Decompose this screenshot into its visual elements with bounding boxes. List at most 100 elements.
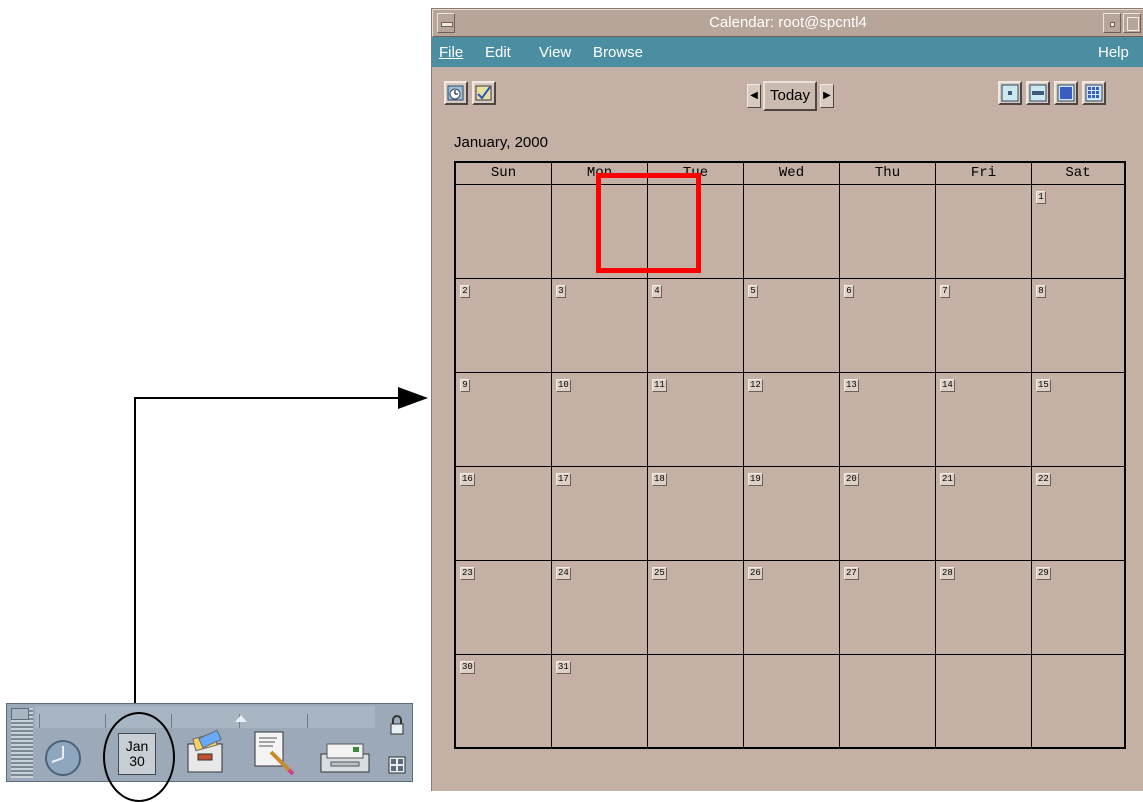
day-number-button[interactable]: 13 [844, 379, 859, 392]
day-number-button[interactable]: 14 [940, 379, 955, 392]
text-editor-icon[interactable] [251, 728, 297, 778]
day-number-button[interactable]: 12 [748, 379, 763, 392]
day-cell[interactable] [840, 655, 936, 747]
day-cell[interactable] [456, 185, 552, 279]
day-number-button[interactable]: 20 [844, 473, 859, 486]
day-cell[interactable]: 18 [648, 467, 744, 561]
day-number-button[interactable]: 31 [556, 661, 571, 674]
menu-help[interactable]: Help [1098, 44, 1129, 61]
day-number-button[interactable]: 9 [460, 379, 470, 392]
day-cell[interactable] [1032, 655, 1124, 747]
day-cell[interactable]: 4 [648, 279, 744, 373]
day-number-button[interactable]: 8 [1036, 285, 1046, 298]
day-cell[interactable]: 26 [744, 561, 840, 655]
day-number-button[interactable]: 7 [940, 285, 950, 298]
day-number-button[interactable]: 10 [556, 379, 571, 392]
previous-button[interactable]: ◀ [747, 84, 761, 108]
day-cell[interactable]: 6 [840, 279, 936, 373]
week-view-icon [1029, 84, 1047, 102]
day-cell[interactable] [648, 655, 744, 747]
day-number-button[interactable]: 4 [652, 285, 662, 298]
day-number-button[interactable]: 11 [652, 379, 667, 392]
day-cell[interactable]: 20 [840, 467, 936, 561]
day-cell[interactable]: 30 [456, 655, 552, 747]
maximize-icon [1127, 17, 1139, 31]
day-number-button[interactable]: 5 [748, 285, 758, 298]
day-number-button[interactable]: 2 [460, 285, 470, 298]
month-label: January, 2000 [454, 134, 548, 151]
weekday-header: Fri [936, 163, 1032, 185]
day-number-button[interactable]: 1 [1036, 191, 1046, 204]
day-number-button[interactable]: 22 [1036, 473, 1051, 486]
day-number-button[interactable]: 27 [844, 567, 859, 580]
menu-file[interactable]: File [439, 44, 463, 61]
day-cell[interactable]: 28 [936, 561, 1032, 655]
day-number-button[interactable]: 26 [748, 567, 763, 580]
day-cell[interactable]: 29 [1032, 561, 1124, 655]
day-cell[interactable]: 11 [648, 373, 744, 467]
day-cell[interactable]: 13 [840, 373, 936, 467]
title-bar[interactable]: Calendar: root@spcntl4 [432, 9, 1143, 37]
todo-editor-button[interactable] [472, 81, 496, 105]
clock-icon[interactable] [43, 738, 83, 778]
day-cell[interactable] [936, 655, 1032, 747]
day-view-button[interactable] [998, 81, 1022, 105]
today-button[interactable]: Today [763, 81, 817, 111]
day-cell[interactable]: 27 [840, 561, 936, 655]
day-cell[interactable] [840, 185, 936, 279]
day-cell[interactable]: 22 [1032, 467, 1124, 561]
file-manager-icon[interactable] [182, 726, 228, 776]
minimize-button[interactable] [1103, 13, 1121, 33]
day-cell[interactable]: 1 [1032, 185, 1124, 279]
day-cell[interactable]: 10 [552, 373, 648, 467]
day-cell[interactable]: 7 [936, 279, 1032, 373]
day-number-button[interactable]: 24 [556, 567, 571, 580]
day-number-button[interactable]: 21 [940, 473, 955, 486]
day-number-button[interactable]: 16 [460, 473, 475, 486]
day-cell[interactable]: 9 [456, 373, 552, 467]
day-number-button[interactable]: 3 [556, 285, 566, 298]
day-cell[interactable]: 3 [552, 279, 648, 373]
day-number-button[interactable]: 15 [1036, 379, 1051, 392]
month-view-button[interactable] [1054, 81, 1078, 105]
day-cell[interactable]: 25 [648, 561, 744, 655]
day-cell[interactable]: 8 [1032, 279, 1124, 373]
day-cell[interactable]: 14 [936, 373, 1032, 467]
year-view-button[interactable] [1082, 81, 1106, 105]
day-number-button[interactable]: 6 [844, 285, 854, 298]
day-number-button[interactable]: 30 [460, 661, 475, 674]
day-cell[interactable] [936, 185, 1032, 279]
day-cell[interactable]: 12 [744, 373, 840, 467]
day-cell[interactable]: 23 [456, 561, 552, 655]
mailer-icon[interactable] [317, 740, 373, 776]
day-cell[interactable] [744, 655, 840, 747]
day-cell[interactable]: 15 [1032, 373, 1124, 467]
maximize-button[interactable] [1123, 13, 1141, 33]
day-cell[interactable]: 17 [552, 467, 648, 561]
appointment-editor-button[interactable] [444, 81, 468, 105]
panel-menu-button[interactable] [11, 708, 29, 720]
lock-icon[interactable] [388, 714, 406, 736]
day-number-button[interactable]: 17 [556, 473, 571, 486]
menu-edit[interactable]: Edit [485, 44, 511, 61]
day-cell[interactable]: 16 [456, 467, 552, 561]
day-cell[interactable]: 2 [456, 279, 552, 373]
day-number-button[interactable]: 29 [1036, 567, 1051, 580]
week-view-button[interactable] [1026, 81, 1050, 105]
day-cell[interactable] [744, 185, 840, 279]
day-cell[interactable]: 21 [936, 467, 1032, 561]
day-number-button[interactable]: 25 [652, 567, 667, 580]
workspace-switch-icon[interactable] [388, 756, 406, 774]
menu-browse[interactable]: Browse [593, 44, 643, 61]
day-number-button[interactable]: 28 [940, 567, 955, 580]
next-button[interactable]: ▶ [820, 84, 834, 108]
day-cell[interactable]: 19 [744, 467, 840, 561]
subpanel-arrow-icon[interactable] [235, 715, 247, 722]
day-cell[interactable]: 24 [552, 561, 648, 655]
day-number-button[interactable]: 19 [748, 473, 763, 486]
day-number-button[interactable]: 23 [460, 567, 475, 580]
day-number-button[interactable]: 18 [652, 473, 667, 486]
menu-view[interactable]: View [539, 44, 571, 61]
day-cell[interactable]: 5 [744, 279, 840, 373]
day-cell[interactable]: 31 [552, 655, 648, 747]
